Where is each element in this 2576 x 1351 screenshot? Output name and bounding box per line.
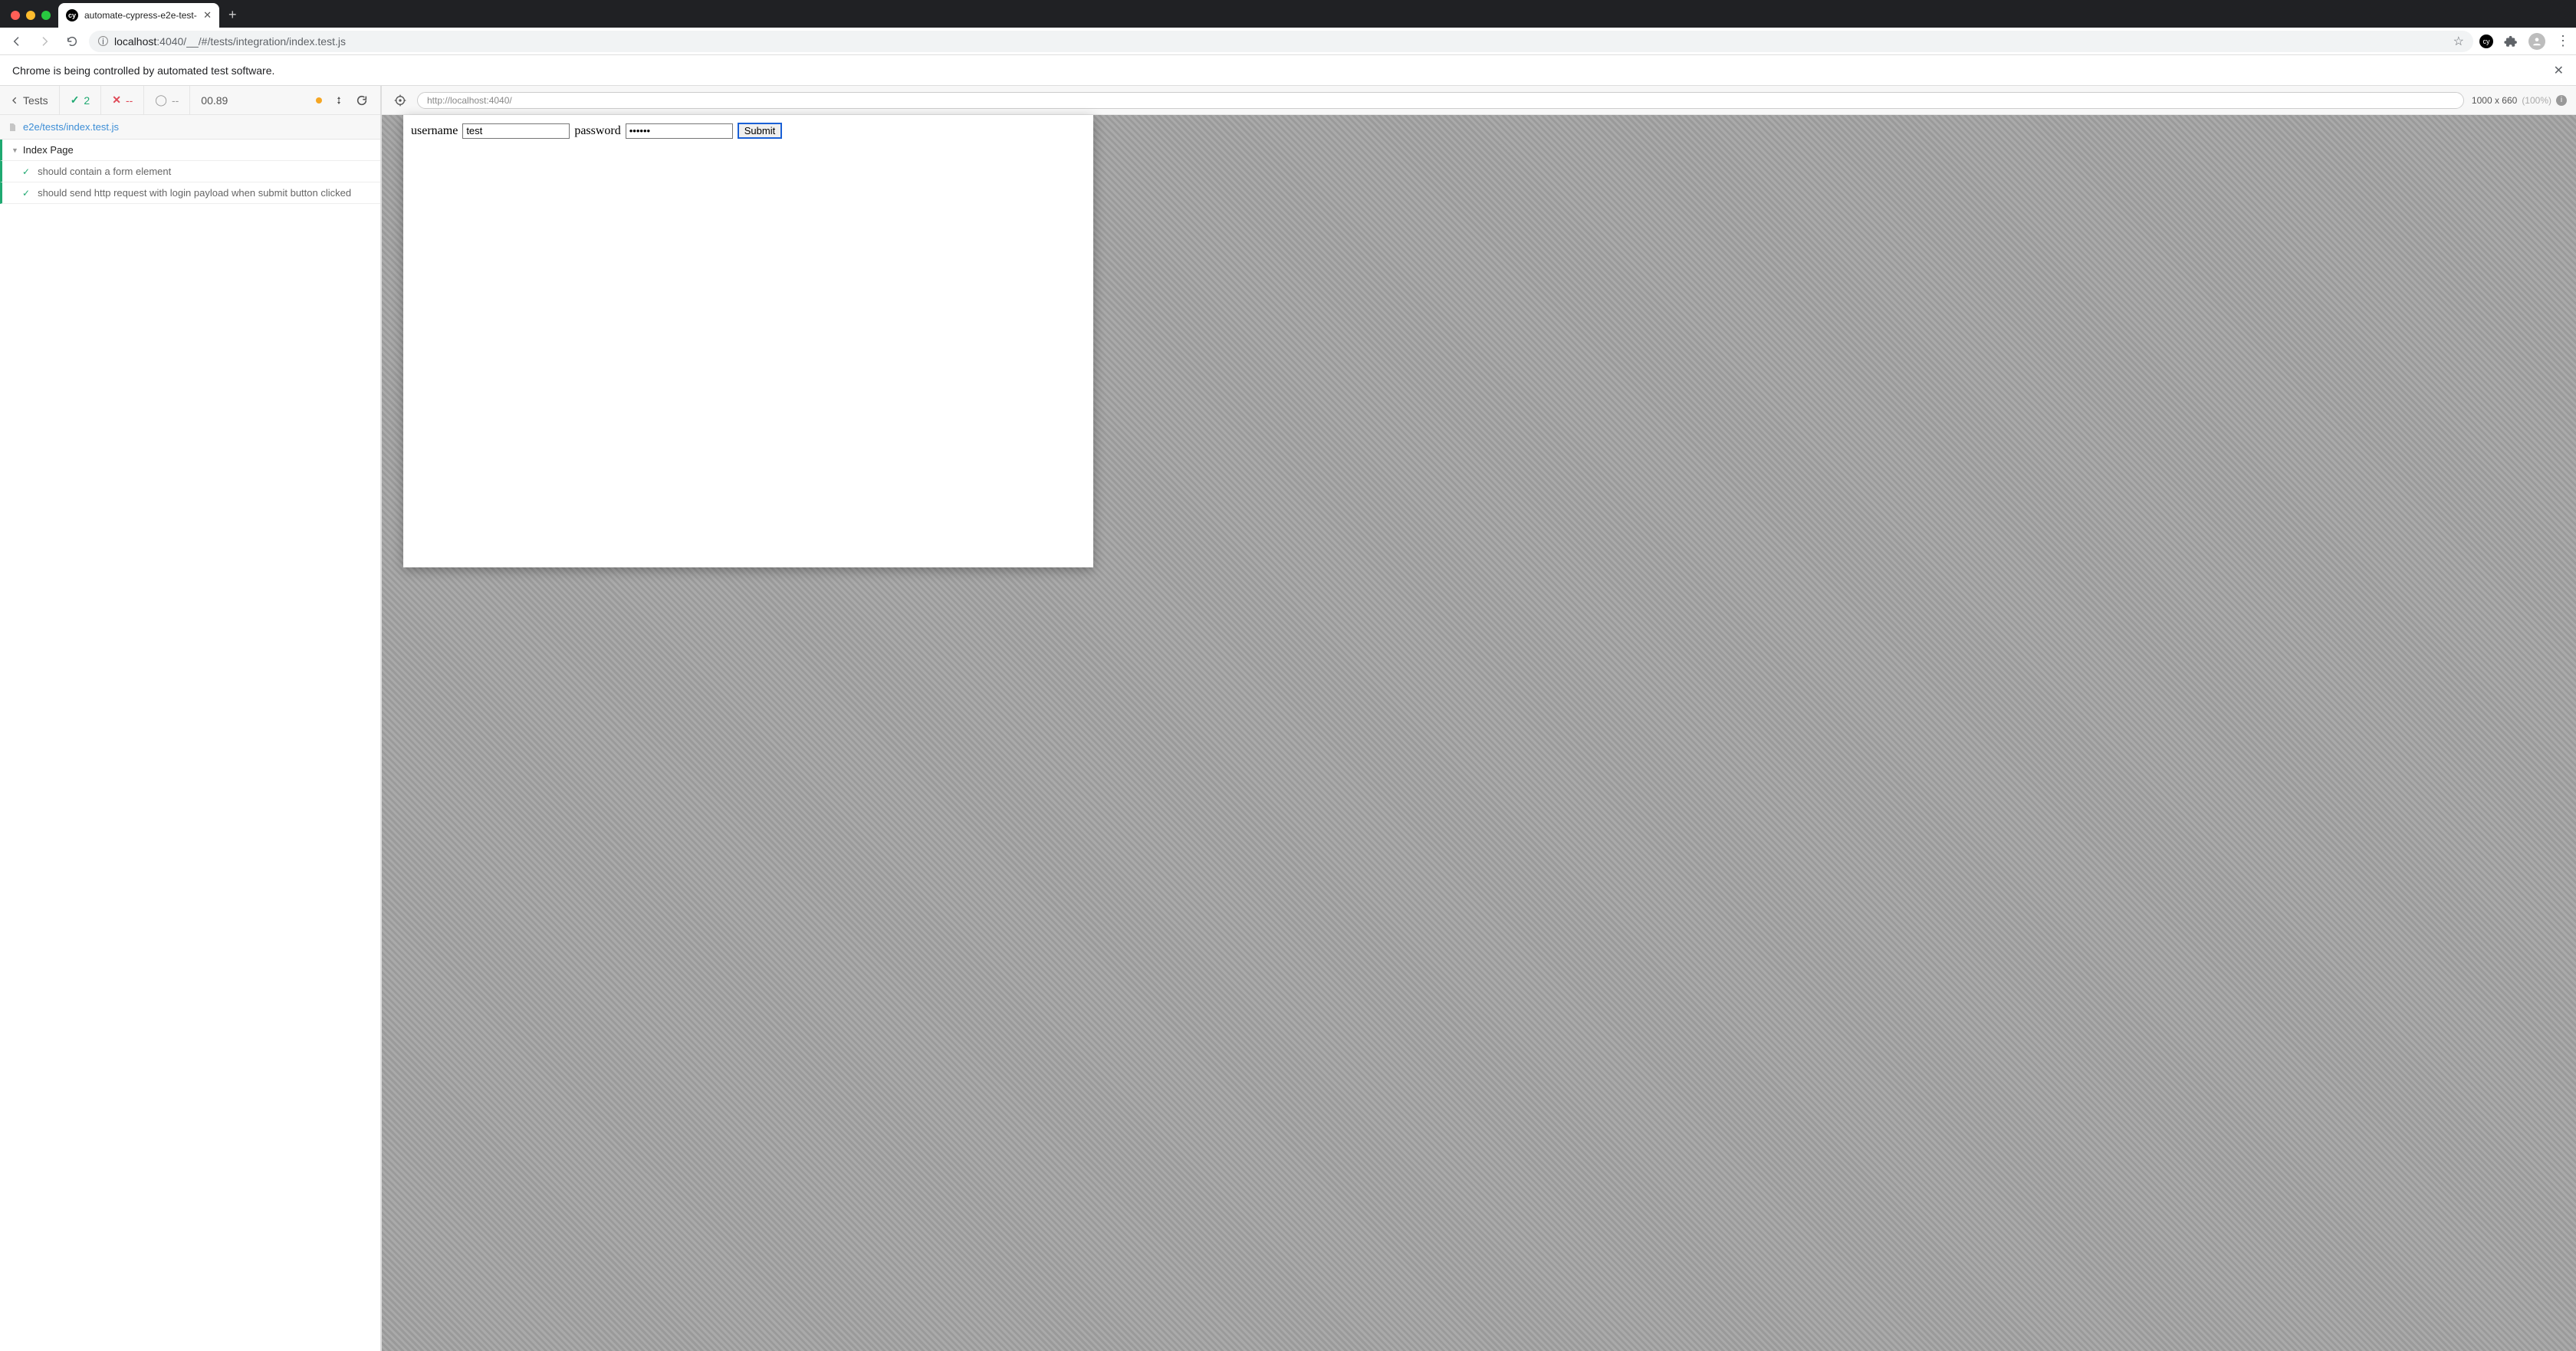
viewport-toggle-icon[interactable]	[334, 94, 343, 107]
aut-panel: http://localhost:4040/ 1000 x 660 (100%)…	[382, 86, 2576, 1351]
password-label: password	[574, 124, 620, 138]
suite-title: Index Page	[23, 144, 74, 156]
back-to-tests-button[interactable]: Tests	[0, 86, 60, 114]
aut-url-text: http://localhost:4040/	[427, 95, 512, 106]
check-icon: ✓	[22, 166, 30, 177]
aut-iframe: username password Submit	[403, 115, 1093, 567]
automation-banner-text: Chrome is being controlled by automated …	[12, 64, 274, 77]
close-window-icon[interactable]	[11, 11, 20, 20]
cypress-app: Tests ✓ 2 ✕ -- ◯ -- 00.89	[0, 86, 2576, 1351]
file-icon	[8, 122, 17, 133]
failed-count: ✕ --	[101, 86, 144, 114]
close-banner-icon[interactable]: ✕	[2554, 63, 2564, 78]
pending-number: --	[172, 94, 179, 107]
automation-banner: Chrome is being controlled by automated …	[0, 55, 2576, 86]
aut-header: http://localhost:4040/ 1000 x 660 (100%)…	[382, 86, 2576, 115]
site-info-icon[interactable]: i	[98, 36, 108, 46]
duration-value: 00.89	[201, 94, 228, 107]
spec-file-path: e2e/tests/index.test.js	[23, 121, 119, 133]
extensions-icon[interactable]	[2504, 35, 2518, 48]
aut-url-bar[interactable]: http://localhost:4040/	[417, 92, 2464, 109]
window-controls	[6, 11, 58, 28]
browser-menu-icon[interactable]: ⋮	[2556, 33, 2570, 49]
selector-playground-icon[interactable]	[391, 94, 409, 107]
close-tab-icon[interactable]: ✕	[203, 9, 212, 21]
tab-title: automate-cypress-e2e-test-or	[84, 10, 197, 21]
viewport-info: 1000 x 660 (100%) i	[2472, 95, 2567, 106]
username-label: username	[411, 124, 458, 138]
password-input[interactable]	[626, 123, 733, 139]
viewport-scale: (100%)	[2522, 95, 2551, 106]
suite-row[interactable]: ▼ Index Page	[0, 140, 380, 161]
aut-viewport-area: username password Submit	[382, 115, 2576, 1351]
passed-number: 2	[84, 94, 90, 107]
cypress-extension-icon[interactable]: cy	[2479, 35, 2493, 48]
check-icon: ✓	[22, 188, 30, 199]
bookmark-star-icon[interactable]: ☆	[2453, 34, 2464, 49]
profile-avatar-icon[interactable]	[2528, 33, 2545, 50]
x-icon: ✕	[112, 94, 121, 107]
duration: 00.89	[190, 86, 238, 114]
failed-number: --	[126, 94, 133, 107]
new-tab-button[interactable]: +	[219, 7, 246, 28]
info-icon[interactable]: i	[2556, 95, 2567, 106]
toolbar-actions: cy ⋮	[2479, 33, 2570, 50]
browser-tab[interactable]: cy automate-cypress-e2e-test-or ✕	[58, 3, 219, 28]
url-text: localhost:4040/__/#/tests/integration/in…	[114, 35, 346, 48]
login-form: username password Submit	[403, 115, 1093, 146]
restart-tests-icon[interactable]	[356, 94, 368, 107]
tests-link-label: Tests	[23, 94, 48, 107]
address-bar[interactable]: i localhost:4040/__/#/tests/integration/…	[89, 31, 2473, 52]
status-dot-icon	[316, 97, 322, 104]
submit-button[interactable]: Submit	[738, 123, 782, 139]
pending-count: ◯ --	[144, 86, 190, 114]
spec-file-row[interactable]: e2e/tests/index.test.js	[0, 115, 380, 140]
stats-bar: Tests ✓ 2 ✕ -- ◯ -- 00.89	[0, 86, 380, 115]
minimize-window-icon[interactable]	[26, 11, 35, 20]
reload-button[interactable]	[61, 32, 83, 51]
browser-toolbar: i localhost:4040/__/#/tests/integration/…	[0, 28, 2576, 55]
check-icon: ✓	[71, 94, 80, 107]
forward-button[interactable]	[34, 32, 55, 51]
viewport-dimensions: 1000 x 660	[2472, 95, 2517, 106]
test-row[interactable]: ✓ should contain a form element	[0, 161, 380, 182]
test-title: should send http request with login payl…	[38, 187, 351, 199]
back-button[interactable]	[6, 32, 28, 51]
cypress-favicon-icon: cy	[66, 9, 78, 21]
browser-tab-bar: cy automate-cypress-e2e-test-or ✕ +	[0, 0, 2576, 28]
maximize-window-icon[interactable]	[41, 11, 51, 20]
test-title: should contain a form element	[38, 166, 171, 177]
test-row[interactable]: ✓ should send http request with login pa…	[0, 182, 380, 204]
circle-icon: ◯	[155, 94, 167, 107]
caret-down-icon: ▼	[12, 146, 18, 154]
passed-count: ✓ 2	[60, 86, 102, 114]
reporter-panel: Tests ✓ 2 ✕ -- ◯ -- 00.89	[0, 86, 382, 1351]
username-input[interactable]	[462, 123, 570, 139]
